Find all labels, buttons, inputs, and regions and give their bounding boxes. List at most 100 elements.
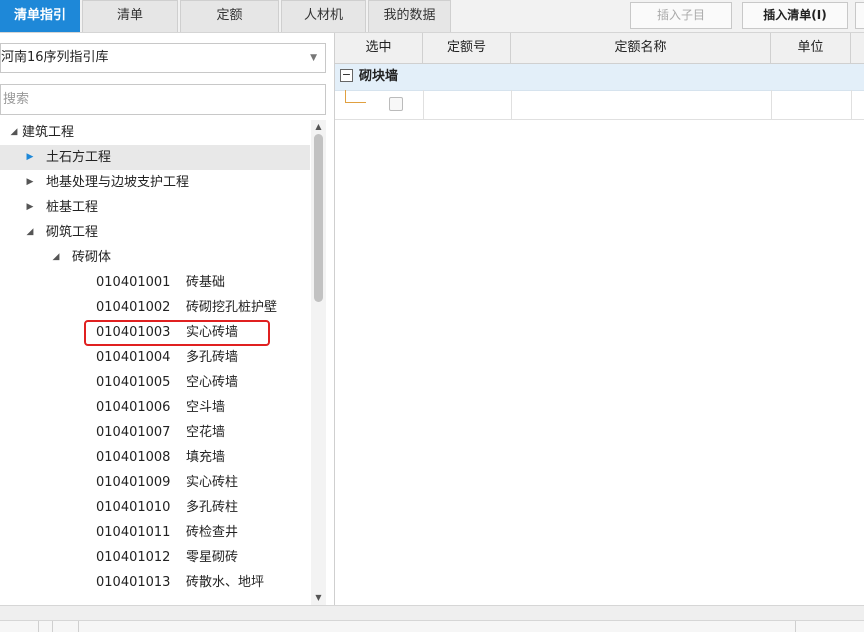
tree-item-010401002[interactable]: 010401002 砖砌挖孔桩护壁 [0,295,310,320]
quota-grid: 选中 定额号 定额名称 单位 − 砌块墙 [335,33,864,605]
tree-item-code: 010401013 [96,575,171,590]
tree-item-code: 010401007 [96,425,171,440]
collapsed-arrow-icon[interactable]: ▶ [24,170,36,195]
tree-item-text: 空心砖墙 [186,375,239,390]
tree-item[interactable]: ◢ 建筑工程 [0,120,310,145]
tree-item-label: 砌筑工程 [46,225,99,240]
tab-list-guide[interactable]: 清单指引 [0,0,80,32]
tree-item-label: 010401001 砖基础 [96,270,225,295]
expanded-arrow-icon[interactable]: ◢ [50,245,62,270]
tree-item-code: 010401008 [96,450,171,465]
scroll-up-icon[interactable]: ▲ [311,120,326,134]
tree-item-010401006[interactable]: 010401006 空斗墙 [0,395,310,420]
tree-item-010401008[interactable]: 010401008 填充墙 [0,445,310,470]
highlight-box [84,320,270,346]
tree-item-label: 010401011 砖检查井 [96,520,238,545]
tree-item-text: 砖散水、地坪 [186,575,265,590]
status-divider [795,621,796,632]
group-label: 砌块墙 [359,69,399,84]
tree-item-label: 010401004 多孔砖墙 [96,345,238,370]
grid-header: 选中 定额号 定额名称 单位 [335,33,864,64]
tab-quota[interactable]: 定额 [180,0,279,32]
tree-item-code: 010401005 [96,375,171,390]
tree-item-code: 010401002 [96,300,171,315]
tree-item-010401004[interactable]: 010401004 多孔砖墙 [0,345,310,370]
search-input[interactable] [0,84,326,115]
tree-item[interactable]: ◢ 砖砌体 [0,245,310,270]
tree-item-text: 砖基础 [186,275,226,290]
tree-item-010401011[interactable]: 010401011 砖检查井 [0,520,310,545]
tree-item-code: 010401012 [96,550,171,565]
tab-my-data[interactable]: 我的数据 [368,0,451,32]
tree-item[interactable]: ▶ 土石方工程 [0,145,310,170]
tab-list[interactable]: 清单 [82,0,178,32]
tree-item-text: 砖检查井 [186,525,239,540]
tree-item-text: 多孔砖墙 [186,350,239,365]
tree-item-label: 010401008 填充墙 [96,445,225,470]
more-button[interactable] [855,2,864,29]
expanded-arrow-icon[interactable]: ◢ [8,120,20,145]
tree-item-label: 010401002 砖砌挖孔桩护壁 [96,295,277,320]
tree-item-label: 010401005 空心砖墙 [96,370,238,395]
insert-child-button[interactable]: 插入子目 [630,2,732,29]
tree-connector [345,90,366,103]
column-header-unit[interactable]: 单位 [771,33,851,63]
column-header-quota-code[interactable]: 定额号 [423,33,511,63]
tree-item-text: 填充墙 [186,450,226,465]
insert-list-button[interactable]: 插入清单(I) [742,2,848,29]
group-row[interactable]: − 砌块墙 [335,64,864,91]
tree-item-010401012[interactable]: 010401012 零星砌砖 [0,545,310,570]
scroll-thumb[interactable] [314,134,323,302]
tree-item-text: 实心砖柱 [186,475,239,490]
tree-item[interactable]: ▶ 桩基工程 [0,195,310,220]
tree-item-label: 建筑工程 [22,125,75,140]
tree-item-code: 010401001 [96,275,171,290]
guide-panel: 河南16序列指引库 ▼ ◢建筑工程▶土石方工程▶地基处理与边坡支护工程▶桩基工程… [0,33,335,605]
tree-item-010401010[interactable]: 010401010 多孔砖柱 [0,495,310,520]
tree-item-text: 砖砌挖孔桩护壁 [186,300,278,315]
tree-item-text: 空斗墙 [186,400,226,415]
tree-scrollbar[interactable]: ▲ ▼ [311,120,326,605]
expanded-arrow-icon[interactable]: ◢ [24,220,36,245]
status-divider [38,621,39,632]
tree-item-label: 010401006 空斗墙 [96,395,225,420]
tree-item-label: 土石方工程 [46,150,112,165]
tree-item-label: 010401009 实心砖柱 [96,470,238,495]
tree-item-label: 010401012 零星砌砖 [96,545,238,570]
cell-divider [423,90,424,119]
tree-item-code: 010401006 [96,400,171,415]
tree-item[interactable]: ▶ 地基处理与边坡支护工程 [0,170,310,195]
cell-divider [771,90,772,119]
column-header-quota-name[interactable]: 定额名称 [511,33,771,63]
tree-item-010401007[interactable]: 010401007 空花墙 [0,420,310,445]
status-divider [78,621,79,632]
tree-item-label: 010401007 空花墙 [96,420,225,445]
tree-item-label: 010401010 多孔砖柱 [96,495,238,520]
tab-labor-material-machine[interactable]: 人材机 [281,0,366,32]
tree-item-010401009[interactable]: 010401009 实心砖柱 [0,470,310,495]
collapse-icon[interactable]: − [340,69,353,82]
status-bar [0,620,864,632]
tree-item-label: 010401013 砖散水、地坪 [96,570,264,595]
scroll-down-icon[interactable]: ▼ [311,591,326,605]
tree-item-code: 010401010 [96,500,171,515]
horizontal-scrollbar[interactable] [0,605,864,620]
tree-item-code: 010401004 [96,350,171,365]
tree-item-010401013[interactable]: 010401013 砖散水、地坪 [0,570,310,595]
tab-bar: 清单指引 清单 定额 人材机 我的数据 插入子目 插入清单(I) [0,0,864,33]
tree-item-code: 010401009 [96,475,171,490]
column-header-select[interactable]: 选中 [335,33,423,63]
select-checkbox[interactable] [389,97,403,111]
collapsed-arrow-icon[interactable]: ▶ [24,145,36,170]
tree-item-010401001[interactable]: 010401001 砖基础 [0,270,310,295]
tree-item-text: 零星砌砖 [186,550,239,565]
tree-item-text: 空花墙 [186,425,226,440]
tree-item-code: 010401011 [96,525,171,540]
guide-tree: ◢ 建筑工程 ▶ 土石方工程 ▶ 地基处理与边坡支护工程 ▶ 桩基工程 ◢ 砌筑工程 ◢ 砖砌体 010… [0,120,310,605]
collapsed-arrow-icon[interactable]: ▶ [24,195,36,220]
table-row[interactable] [335,90,864,120]
column-header-extra [851,33,864,63]
tree-item[interactable]: ◢ 砌筑工程 [0,220,310,245]
tree-item-010401005[interactable]: 010401005 空心砖墙 [0,370,310,395]
library-select[interactable]: 河南16序列指引库 ▼ [0,43,326,73]
